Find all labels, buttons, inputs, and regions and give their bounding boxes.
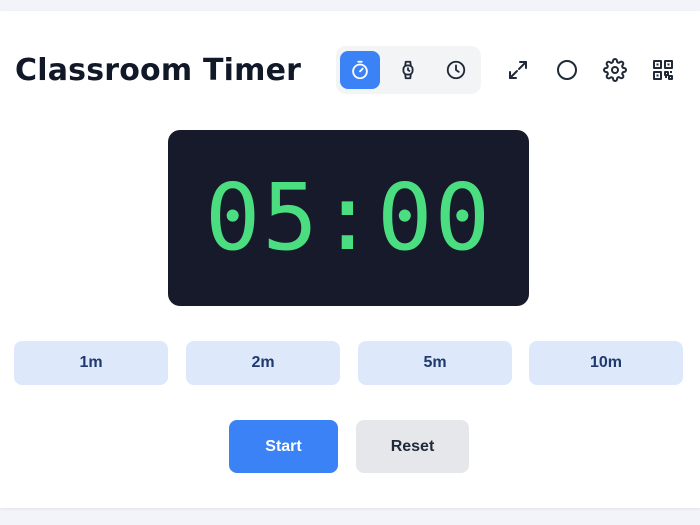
fullscreen-icon xyxy=(509,61,527,79)
page-title: Classroom Timer xyxy=(15,53,302,88)
preset-10m-button[interactable]: 10m xyxy=(529,341,683,385)
start-button[interactable]: Start xyxy=(229,420,338,473)
clock-icon xyxy=(446,60,466,80)
theme-toggle-button[interactable] xyxy=(547,50,587,90)
timer-icon xyxy=(352,60,368,80)
fullscreen-button[interactable] xyxy=(498,50,538,90)
mode-switcher xyxy=(336,46,481,94)
preset-1m-button[interactable]: 1m xyxy=(14,341,168,385)
time-readout: 05:00 xyxy=(205,164,492,271)
circle-icon xyxy=(557,60,577,80)
stopwatch-icon xyxy=(402,60,414,80)
timer-mode-button[interactable] xyxy=(340,51,380,89)
clock-mode-button[interactable] xyxy=(436,51,476,89)
qr-code-icon xyxy=(653,60,673,80)
preset-5m-button[interactable]: 5m xyxy=(358,341,512,385)
settings-button[interactable] xyxy=(595,50,635,90)
gear-icon xyxy=(603,58,627,82)
timer-display: 05:00 xyxy=(168,130,529,306)
preset-2m-button[interactable]: 2m xyxy=(186,341,340,385)
reset-button[interactable]: Reset xyxy=(356,420,469,473)
stopwatch-mode-button[interactable] xyxy=(388,51,428,89)
qr-code-button[interactable] xyxy=(643,50,683,90)
